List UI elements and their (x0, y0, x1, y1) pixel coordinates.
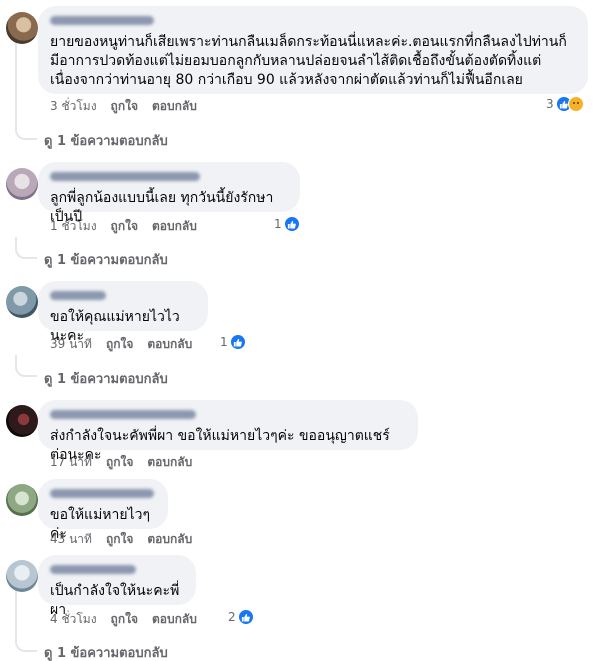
like-button[interactable]: ถูกใจ (106, 453, 133, 472)
like-button[interactable]: ถูกใจ (111, 217, 138, 236)
comment-time[interactable]: 3 ชั่วโมง (50, 97, 97, 116)
thread-line (15, 42, 17, 120)
comment-bubble: ยายของหนูท่านก็เสียเพราะท่านกลืนเมล็ดกระ… (38, 6, 588, 94)
comment-time[interactable]: 1 ชั่วโมง (50, 217, 97, 236)
thread-line (15, 588, 17, 632)
comment-actions: 43 นาที ถูกใจ ตอบกลับ (50, 530, 206, 549)
avatar[interactable] (6, 12, 38, 44)
commenter-name-redacted[interactable] (50, 172, 200, 181)
reaction-count: 1 (220, 335, 228, 349)
comment-bubble: ลูกพี่ลูกน้องแบบนี้เลย ทุกวันนี้ยังรักษา… (38, 162, 300, 225)
commenter-name-redacted[interactable] (50, 16, 154, 25)
like-button[interactable]: ถูกใจ (106, 530, 133, 549)
reply-button[interactable]: ตอบกลับ (147, 530, 192, 549)
view-replies-link[interactable]: ดู 1 ข้อความตอบกลับ (44, 249, 168, 270)
reply-button[interactable]: ตอบกลับ (147, 335, 192, 354)
commenter-name-redacted[interactable] (50, 489, 154, 498)
avatar[interactable] (6, 560, 38, 592)
comment-bubble: ขอให้แม่หายไวๆค่ะ (38, 479, 168, 542)
reaction-summary[interactable]: 2 (228, 609, 254, 625)
view-replies-link[interactable]: ดู 1 ข้อความตอบกลับ (44, 368, 168, 389)
reply-button[interactable]: ตอบกลับ (147, 453, 192, 472)
comment-time[interactable]: 4 ชั่วโมง (50, 610, 97, 629)
reaction-summary[interactable]: 3 (546, 96, 584, 112)
comment-actions: 1 ชั่วโมง ถูกใจ ตอบกลับ (50, 217, 211, 236)
reaction-count: 2 (228, 610, 236, 624)
comment-bubble: ขอให้คุณแม่หายไวไวนะคะ (38, 281, 208, 344)
thread-connector (15, 237, 37, 259)
thread-connector (15, 630, 37, 652)
like-reaction-icon (229, 334, 246, 350)
reply-button[interactable]: ตอบกลับ (152, 217, 197, 236)
like-button[interactable]: ถูกใจ (106, 335, 133, 354)
comment-time[interactable]: 17 นาที (50, 453, 92, 472)
avatar[interactable] (6, 484, 38, 516)
view-replies-link[interactable]: ดู 1 ข้อความตอบกลับ (44, 130, 168, 151)
avatar[interactable] (6, 405, 38, 437)
comment-actions: 17 นาที ถูกใจ ตอบกลับ (50, 453, 206, 472)
like-reaction-icon (283, 216, 300, 232)
comment-time[interactable]: 39 นาที (50, 335, 92, 354)
reply-button[interactable]: ตอบกลับ (152, 97, 197, 116)
thread-connector (15, 355, 37, 377)
comment-time[interactable]: 43 นาที (50, 530, 92, 549)
avatar[interactable] (6, 286, 38, 318)
comment-actions: 3 ชั่วโมง ถูกใจ ตอบกลับ (50, 97, 211, 116)
avatar[interactable] (6, 168, 38, 200)
comment-text: ยายของหนูท่านก็เสียเพราะท่านกลืนเมล็ดกระ… (50, 34, 567, 88)
reply-button[interactable]: ตอบกลับ (152, 610, 197, 629)
reaction-summary[interactable]: 1 (274, 216, 300, 232)
commenter-name-redacted[interactable] (50, 291, 106, 300)
like-button[interactable]: ถูกใจ (111, 97, 138, 116)
comment-bubble: เป็นกำลังใจให้นะคะพี่ผา (38, 555, 196, 618)
reaction-count: 3 (546, 97, 554, 111)
sad-reaction-icon (567, 96, 584, 112)
comment-actions: 39 นาที ถูกใจ ตอบกลับ (50, 335, 206, 354)
comment-actions: 4 ชั่วโมง ถูกใจ ตอบกลับ (50, 610, 211, 629)
reaction-summary[interactable]: 1 (220, 334, 246, 350)
thread-connector (15, 118, 37, 140)
like-reaction-icon (237, 609, 254, 625)
reaction-count: 1 (274, 217, 282, 231)
like-button[interactable]: ถูกใจ (111, 610, 138, 629)
comment-bubble: ส่งกำลังใจนะคัพพี่ผา ขอให้แม่หายไวๆค่ะ ข… (38, 400, 418, 463)
commenter-name-redacted[interactable] (50, 565, 136, 574)
view-replies-link[interactable]: ดู 1 ข้อความตอบกลับ (44, 642, 168, 661)
commenter-name-redacted[interactable] (50, 410, 196, 419)
